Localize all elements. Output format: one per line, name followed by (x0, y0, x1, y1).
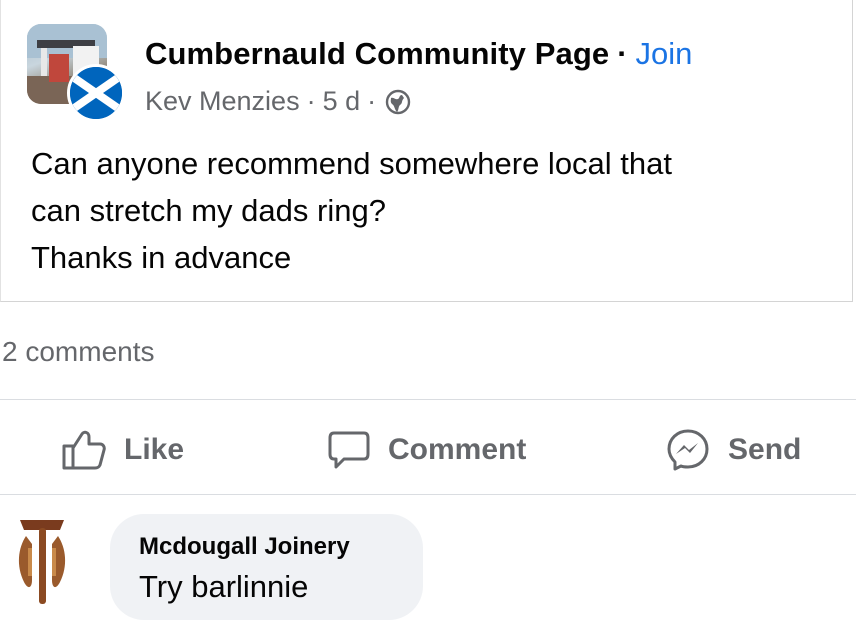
header-separator: · (617, 36, 628, 71)
join-group-button[interactable]: Join (636, 36, 693, 71)
send-label: Send (728, 433, 802, 466)
comments-count-link[interactable]: 2 comments (2, 336, 155, 368)
like-label: Like (124, 433, 185, 466)
tools-logo-icon (18, 520, 66, 604)
post-text-line: Can anyone recommend somewhere local tha… (31, 146, 673, 181)
post-text-line: Thanks in advance (31, 240, 292, 275)
like-button[interactable]: Like (62, 426, 184, 474)
post-card: Cumbernauld Community Page · Join Kev Menz… (0, 0, 853, 302)
post-text-line: can stretch my dads ring? (31, 193, 386, 228)
post-text: Can anyone recommend somewhere local tha… (31, 140, 672, 281)
meta-separator-2: · (367, 86, 377, 116)
post-timestamp[interactable]: 5 d (323, 86, 361, 117)
commenter-avatar[interactable] (12, 514, 72, 608)
send-button[interactable]: Send (666, 426, 801, 474)
comment-bubble-icon (328, 431, 370, 469)
saltire-flag-icon (70, 67, 122, 119)
globe-icon[interactable] (385, 89, 411, 115)
commenter-name-link[interactable]: Mcdougall Joinery (139, 533, 423, 561)
post-meta: Kev Menzies · 5 d · (145, 86, 411, 117)
author-name-link[interactable]: Kev Menzies (145, 86, 300, 117)
group-name-link[interactable]: Cumbernauld Community Page (145, 36, 609, 71)
comment-label: Comment (388, 433, 527, 466)
comment-text: Try barlinnie (139, 569, 309, 604)
comment-button[interactable]: Comment (328, 426, 526, 474)
actions-divider-top (0, 399, 856, 400)
meta-separator: · (306, 86, 316, 116)
post-header-title: Cumbernauld Community Page · Join (145, 36, 692, 72)
author-avatar[interactable] (67, 64, 125, 122)
messenger-icon (667, 429, 709, 471)
thumbs-up-icon (62, 430, 106, 470)
comment-bubble: Mcdougall Joinery Try barlinnie (110, 514, 423, 620)
actions-divider-bottom (0, 494, 856, 495)
